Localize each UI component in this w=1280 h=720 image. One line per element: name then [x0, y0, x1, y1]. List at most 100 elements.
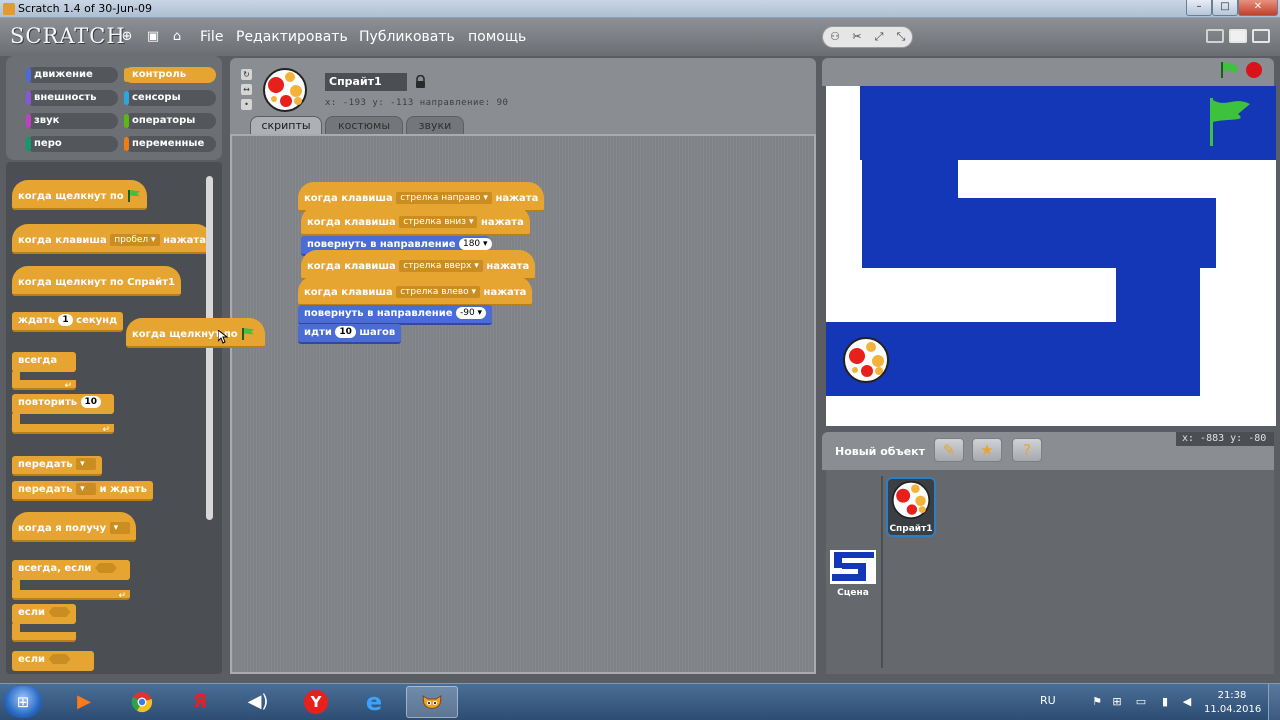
- key-dropdown[interactable]: стрелка вниз: [399, 216, 478, 228]
- category-operators[interactable]: операторы: [124, 113, 216, 129]
- block-text: нажата: [480, 217, 524, 228]
- palette-block-when-sprite-clicked[interactable]: когда щелкнут по Спрайт1: [12, 266, 182, 296]
- sprite-tile-sprite1[interactable]: Спрайт1: [886, 477, 936, 537]
- palette-block-when-key-pressed[interactable]: когда клавиша пробел нажата: [12, 224, 212, 254]
- yandex-browser-icon[interactable]: Я: [174, 686, 226, 718]
- stop-sign-icon[interactable]: [1245, 61, 1263, 79]
- repeat-count-input[interactable]: 10: [80, 396, 102, 408]
- delete-tool-icon[interactable]: ✂: [848, 29, 866, 45]
- condition-slot[interactable]: [94, 563, 117, 573]
- save-disk-icon[interactable]: ▣: [145, 29, 161, 45]
- start-button[interactable]: ⊞: [4, 686, 42, 718]
- rotate-full-icon[interactable]: ↻: [241, 69, 252, 80]
- normal-stage-icon[interactable]: [1229, 29, 1247, 43]
- yandex-y-icon[interactable]: Y: [290, 686, 342, 718]
- show-desktop-button[interactable]: [1268, 684, 1280, 720]
- sprite-name-field[interactable]: Спрайт1: [325, 73, 407, 91]
- action-center-flag-icon[interactable]: ⚑: [1090, 695, 1104, 709]
- tab-scripts[interactable]: скрипты: [250, 116, 322, 134]
- sprite-tools-group: ⚇ ✂ ⤢ ⤡: [822, 26, 913, 48]
- display-tray-icon[interactable]: ▭: [1134, 695, 1148, 709]
- menubar: SCRATCH ⊕ ▣ ⌂ File Редактировать Публико…: [0, 18, 1280, 56]
- category-control[interactable]: контроль: [124, 67, 216, 83]
- mouse-coordinates: x: -883 y: -80: [1176, 432, 1274, 446]
- small-stage-icon[interactable]: [1206, 29, 1224, 43]
- menu-help[interactable]: помощь: [468, 29, 526, 45]
- scratch-cat-logo: [422, 695, 442, 709]
- direction-dropdown[interactable]: -90: [455, 307, 487, 319]
- speaker-app-icon[interactable]: ◀): [232, 686, 284, 718]
- random-sprite-icon[interactable]: ?: [1012, 438, 1042, 462]
- tab-sounds[interactable]: звуки: [406, 116, 464, 134]
- palette-block-wait[interactable]: ждать 1 секунд: [12, 312, 124, 332]
- duplicate-tool-icon[interactable]: ⚇: [826, 29, 844, 45]
- direction-dropdown[interactable]: 180: [458, 238, 492, 250]
- palette-block-when-flag-clicked[interactable]: когда щелкнут по: [12, 180, 148, 210]
- sprite-list-divider: [881, 476, 883, 668]
- category-label: внешность: [34, 92, 97, 103]
- minimize-button[interactable]: –: [1186, 0, 1212, 16]
- choose-sprite-from-file-icon[interactable]: ★: [972, 438, 1002, 462]
- broadcast-wait-dropdown[interactable]: [76, 483, 97, 495]
- mouse-cursor-icon: [218, 330, 228, 344]
- dragged-block-when-flag-clicked[interactable]: когда щелкнут по: [126, 318, 266, 348]
- wait-seconds-input[interactable]: 1: [58, 314, 73, 326]
- no-rotate-icon[interactable]: •: [241, 99, 252, 110]
- stage[interactable]: [826, 86, 1276, 426]
- key-dropdown[interactable]: стрелка вверх: [399, 260, 483, 272]
- category-variables[interactable]: переменные: [124, 136, 216, 152]
- category-looks[interactable]: внешность: [26, 90, 118, 106]
- internet-explorer-icon[interactable]: e: [348, 686, 400, 718]
- condition-slot[interactable]: [48, 654, 71, 664]
- media-player-icon[interactable]: ▶: [58, 686, 110, 718]
- close-window-button[interactable]: ✕: [1238, 0, 1278, 16]
- palette-scrollbar[interactable]: [206, 176, 213, 520]
- category-sensing[interactable]: сенсоры: [124, 90, 216, 106]
- palette-block-broadcast-and-wait[interactable]: передать и ждать: [12, 481, 153, 501]
- keyboard-language[interactable]: RU: [1040, 694, 1056, 707]
- category-sound[interactable]: звук: [26, 113, 118, 129]
- volume-tray-icon[interactable]: ◀: [1180, 695, 1194, 709]
- lock-icon[interactable]: [415, 75, 426, 89]
- grow-tool-icon[interactable]: ⤢: [870, 29, 888, 45]
- menu-share[interactable]: Публиковать: [359, 29, 455, 45]
- share-house-icon[interactable]: ⌂: [169, 29, 185, 45]
- key-dropdown[interactable]: стрелка направо: [396, 192, 492, 204]
- key-dropdown[interactable]: стрелка влево: [396, 286, 481, 298]
- scratch-cat-icon[interactable]: [406, 686, 458, 718]
- shrink-tool-icon[interactable]: ⤡: [892, 29, 910, 45]
- rotate-left-right-icon[interactable]: ↔: [241, 84, 252, 95]
- broadcast-dropdown[interactable]: [76, 458, 97, 470]
- palette-block-when-i-receive[interactable]: когда я получу: [12, 512, 136, 542]
- category-color-bar: [26, 114, 31, 128]
- category-pen[interactable]: перо: [26, 136, 118, 152]
- category-motion[interactable]: движение: [26, 67, 118, 83]
- block-text: когда клавиша: [304, 193, 393, 204]
- maximize-button[interactable]: □: [1212, 0, 1238, 16]
- key-dropdown[interactable]: пробел: [110, 234, 160, 246]
- script-move-steps[interactable]: идти 10 шагов: [298, 324, 402, 344]
- sprite-ball[interactable]: [842, 336, 890, 384]
- taskbar-clock[interactable]: 21:38 11.04.2016: [1204, 689, 1261, 717]
- paint-new-sprite-icon[interactable]: ✎: [934, 438, 964, 462]
- script-when-down-arrow[interactable]: когда клавиша стрелка вниз нажата: [301, 206, 530, 236]
- network-signal-icon[interactable]: ▮: [1158, 695, 1172, 709]
- green-flag-start-icon[interactable]: [1219, 61, 1239, 79]
- menu-file[interactable]: File: [200, 29, 223, 45]
- windows-tray-icon[interactable]: ⊞: [1110, 695, 1124, 709]
- globe-language-icon[interactable]: ⊕: [119, 29, 135, 45]
- condition-slot[interactable]: [48, 607, 71, 617]
- stage-thumbnail[interactable]: [830, 550, 876, 584]
- receive-dropdown[interactable]: [109, 522, 130, 534]
- script-when-left-arrow[interactable]: когда клавиша стрелка влево нажата: [298, 276, 533, 306]
- chrome-icon[interactable]: [116, 686, 168, 718]
- loop-arrow-icon: ↵: [102, 425, 110, 435]
- presentation-mode-icon[interactable]: [1252, 29, 1270, 43]
- block-text: ждать: [18, 315, 55, 326]
- steps-input[interactable]: 10: [335, 326, 356, 338]
- tab-costumes[interactable]: костюмы: [325, 116, 403, 134]
- menu-edit[interactable]: Редактировать: [236, 29, 348, 45]
- palette-block-broadcast[interactable]: передать: [12, 456, 103, 476]
- script-point-in-direction-minus-90[interactable]: повернуть в направление -90: [298, 305, 493, 325]
- new-sprite-label: Новый объект: [835, 445, 926, 458]
